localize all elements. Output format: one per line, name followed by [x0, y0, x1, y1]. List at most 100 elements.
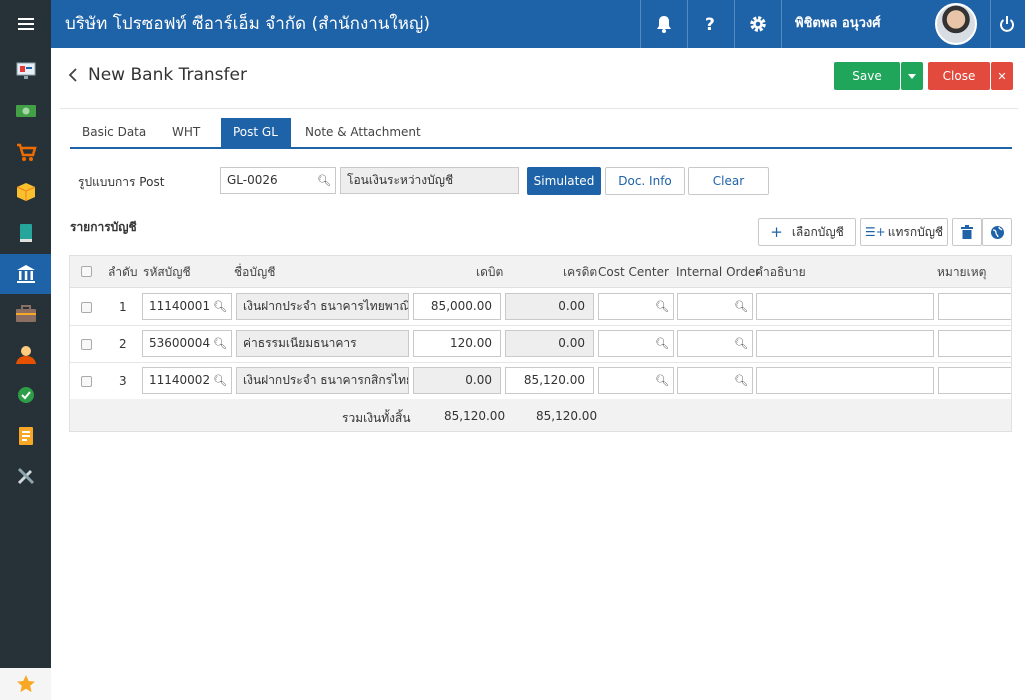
avatar[interactable]: [935, 3, 977, 45]
globe-icon[interactable]: [982, 218, 1012, 246]
table-row: 2 53600004 🔍︎ ค่าธรรมเนียมธนาคาร 120.00 …: [70, 326, 1011, 363]
monitor-icon[interactable]: [0, 51, 51, 91]
check-circle-icon[interactable]: [0, 375, 51, 415]
search-icon[interactable]: 🔍︎: [655, 294, 669, 319]
row-checkbox[interactable]: [81, 339, 92, 350]
internal-order-input[interactable]: 🔍︎: [677, 367, 753, 394]
remark-input[interactable]: [938, 367, 1011, 394]
account-code-input[interactable]: 53600004 🔍︎: [142, 330, 232, 357]
account-code-value: 11140001: [149, 299, 211, 313]
description-input[interactable]: [756, 367, 934, 394]
search-icon[interactable]: 🔍︎: [213, 368, 227, 393]
select-all-checkbox[interactable]: [81, 266, 92, 277]
post-code-value: GL-0026: [227, 173, 278, 187]
account-code-value: 11140002: [149, 373, 211, 387]
book-icon[interactable]: [0, 213, 51, 253]
search-icon[interactable]: 🔍︎: [213, 331, 227, 356]
bell-icon[interactable]: [641, 0, 687, 48]
company-name: บริษัท โปรซอฟท์ ซีอาร์เอ็ม จำกัด (สำนักง…: [65, 14, 431, 34]
post-code-input[interactable]: GL-0026 🔍︎: [220, 167, 336, 194]
bank-icon[interactable]: [0, 254, 51, 294]
back-icon[interactable]: [67, 66, 79, 87]
accounts-section-title: รายการบัญชี: [70, 220, 137, 234]
help-icon[interactable]: ?: [688, 0, 734, 48]
user-name[interactable]: พิชิตพล อนุวงศ์: [795, 0, 881, 48]
row-no: 1: [119, 300, 127, 314]
select-account-button[interactable]: + เลือกบัญชี: [758, 218, 856, 246]
total-label: รวมเงินทั้งสิ้น: [342, 411, 411, 425]
tab-basic-data[interactable]: Basic Data: [70, 118, 158, 147]
search-icon[interactable]: 🔍︎: [655, 331, 669, 356]
description-input[interactable]: [756, 330, 934, 357]
search-icon[interactable]: 🔍︎: [655, 368, 669, 393]
page-header: New Bank Transfer Save Close ✕: [51, 48, 1025, 108]
gear-icon[interactable]: [735, 0, 781, 48]
tab-note-attachment[interactable]: Note & Attachment: [293, 118, 433, 147]
people-icon[interactable]: [0, 335, 51, 375]
col-credit: เครดิต: [563, 265, 598, 279]
debit-input[interactable]: 85,000.00: [413, 293, 501, 320]
search-icon[interactable]: 🔍︎: [734, 331, 748, 356]
clear-button[interactable]: Clear: [688, 167, 769, 195]
row-checkbox[interactable]: [81, 376, 92, 387]
debit-input[interactable]: 120.00: [413, 330, 501, 357]
close-button[interactable]: Close: [928, 62, 990, 90]
trash-icon[interactable]: [952, 218, 982, 246]
internal-order-input[interactable]: 🔍︎: [677, 330, 753, 357]
tab-wht[interactable]: WHT: [160, 118, 212, 147]
cash-icon[interactable]: [0, 91, 51, 131]
simulated-button[interactable]: Simulated: [527, 167, 601, 195]
divider: [60, 108, 1018, 109]
accounts-table: ลำดับ รหัสบัญชี ชื่อบัญชี เดบิต เครดิต C…: [69, 255, 1012, 432]
account-code-input[interactable]: 11140001 🔍︎: [142, 293, 232, 320]
save-button[interactable]: Save: [834, 62, 900, 90]
cart-icon[interactable]: [0, 132, 51, 172]
menu-icon[interactable]: [0, 0, 51, 48]
tab-post-gl[interactable]: Post GL: [221, 118, 291, 147]
box-icon[interactable]: [0, 172, 51, 212]
credit-input[interactable]: 0.00: [505, 330, 594, 357]
doc-info-button[interactable]: Doc. Info: [605, 167, 685, 195]
col-name: ชื่อบัญชี: [234, 265, 276, 279]
col-cost-center: Cost Center: [598, 265, 669, 279]
table-footer: รวมเงินทั้งสิ้น 85,120.00 85,120.00: [70, 399, 1011, 431]
search-icon[interactable]: 🔍︎: [213, 294, 227, 319]
col-no: ลำดับ: [108, 265, 138, 279]
row-checkbox[interactable]: [81, 302, 92, 313]
table-header: ลำดับ รหัสบัญชี ชื่อบัญชี เดบิต เครดิต C…: [70, 256, 1011, 288]
remark-input[interactable]: [938, 330, 1011, 357]
insert-account-button[interactable]: ☰+ แทรกบัญชี: [860, 218, 948, 246]
cost-center-input[interactable]: 🔍︎: [598, 293, 674, 320]
tab-bar: Basic Data WHT Post GL Note & Attachment: [70, 118, 1012, 149]
credit-input[interactable]: 85,120.00: [505, 367, 594, 394]
account-code-value: 53600004: [149, 336, 211, 350]
description-input[interactable]: [756, 293, 934, 320]
save-dropdown-button[interactable]: [901, 62, 923, 90]
account-code-input[interactable]: 11140002 🔍︎: [142, 367, 232, 394]
tools-icon[interactable]: [0, 456, 51, 496]
total-credit: 85,120.00: [536, 409, 598, 423]
remark-input[interactable]: [938, 293, 1011, 320]
debit-input[interactable]: 0.00: [413, 367, 501, 394]
internal-order-input[interactable]: 🔍︎: [677, 293, 753, 320]
search-icon[interactable]: 🔍︎: [734, 294, 748, 319]
cost-center-input[interactable]: 🔍︎: [598, 367, 674, 394]
power-icon[interactable]: [987, 0, 1025, 48]
briefcase-icon[interactable]: [0, 294, 51, 334]
credit-input[interactable]: 0.00: [505, 293, 594, 320]
close-icon[interactable]: ✕: [991, 62, 1013, 90]
cost-center-input[interactable]: 🔍︎: [598, 330, 674, 357]
insert-row-icon: ☰+: [864, 225, 886, 239]
col-remark: หมายเหตุ: [937, 265, 987, 279]
col-code: รหัสบัญชี: [143, 265, 191, 279]
search-icon[interactable]: 🔍︎: [734, 368, 748, 393]
select-account-label: เลือกบัญชี: [791, 224, 844, 239]
svg-text:?: ?: [705, 15, 715, 33]
star-icon[interactable]: [0, 668, 51, 700]
post-pattern-label: รูปแบบการ Post: [78, 175, 165, 189]
report-icon[interactable]: [0, 416, 51, 456]
plus-icon: +: [770, 223, 783, 241]
chevron-down-icon: [908, 73, 916, 79]
row-no: 3: [119, 374, 127, 388]
search-icon[interactable]: 🔍︎: [317, 168, 331, 193]
